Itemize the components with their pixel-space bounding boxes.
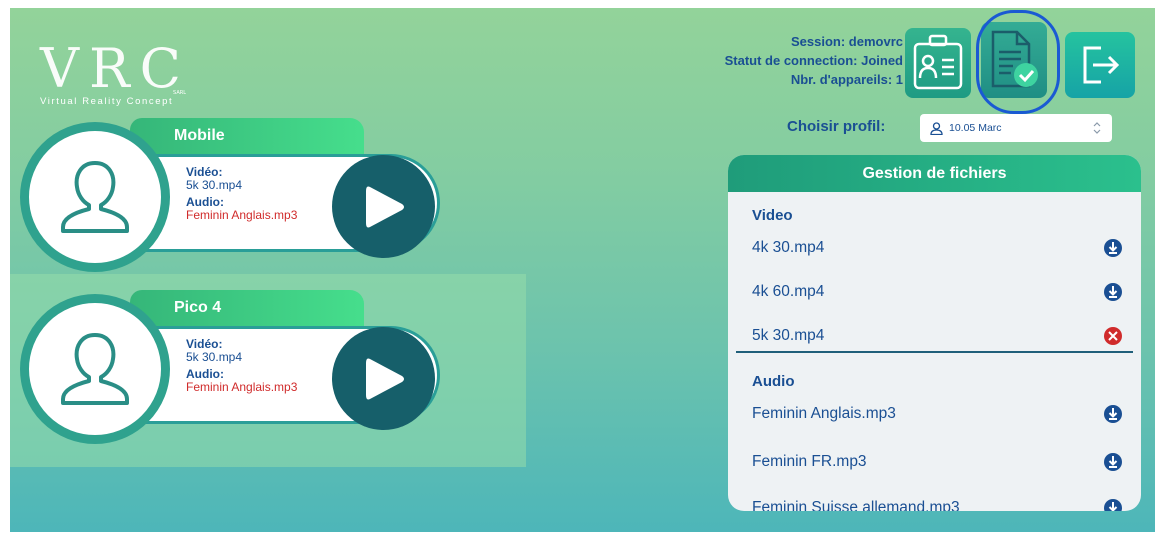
download-icon[interactable] [1103, 452, 1123, 472]
device-media-info: Vidéo: 5k 30.mp4 Audio: Feminin Anglais.… [186, 166, 297, 222]
download-icon[interactable] [1103, 282, 1123, 302]
user-avatar-icon [61, 333, 129, 405]
file-name: Feminin Anglais.mp3 [752, 405, 896, 422]
logo-suffix: SARL [173, 90, 186, 96]
audio-section-title: Audio [752, 373, 795, 390]
file-row[interactable]: 5k 30.mp4 [728, 316, 1141, 349]
file-name: Feminin FR.mp3 [752, 453, 867, 470]
exit-icon [1083, 46, 1120, 84]
device-media-info: Vidéo: 5k 30.mp4 Audio: Feminin Anglais.… [186, 338, 297, 394]
video-section-title: Video [752, 207, 793, 224]
audio-files-section[interactable]: Audio Feminin Anglais.mp3 Feminin FR.mp3… [728, 373, 1141, 511]
logo-mark: VRC [40, 37, 191, 100]
vrc-logo: VRC Virtual Reality Concept SARL [40, 42, 200, 112]
updown-chevron-icon [1092, 121, 1102, 138]
profile-select-value: 10.05 Marc [949, 122, 1002, 134]
play-icon [365, 358, 404, 399]
app-window: VRC Virtual Reality Concept SARL Session… [10, 8, 1155, 532]
user-avatar-icon [61, 161, 129, 233]
play-button[interactable] [332, 327, 435, 430]
device-count: Nbr. d'appareils: 1 [790, 72, 903, 87]
session-info: Session: demovrc Statut de connection: J… [725, 32, 903, 89]
id-card-icon [913, 34, 963, 90]
profile-select[interactable]: 10.05 Marc [920, 114, 1112, 142]
file-name: 4k 30.mp4 [752, 239, 825, 256]
file-management-panel: Gestion de fichiers Video 4k 30.mp4 4k 6… [728, 155, 1141, 511]
device-name: Pico 4 [130, 290, 364, 326]
play-icon [365, 186, 404, 227]
file-row[interactable]: 4k 30.mp4 [728, 228, 1141, 268]
panel-title: Gestion de fichiers [728, 155, 1141, 192]
download-icon[interactable] [1103, 404, 1123, 424]
profile-button[interactable] [905, 28, 971, 98]
video-files-section[interactable]: Video 4k 30.mp4 4k 60.mp4 5k 30.mp4 [728, 207, 1141, 349]
video-value: 5k 30.mp4 [186, 350, 243, 364]
exit-button[interactable] [1065, 32, 1135, 98]
audio-value: Feminin Anglais.mp3 [186, 380, 298, 394]
file-row[interactable]: Feminin Anglais.mp3 [728, 394, 1141, 434]
download-icon[interactable] [1103, 498, 1123, 511]
play-button[interactable] [332, 155, 435, 258]
file-name: Feminin Suisse allemand.mp3 [752, 499, 960, 511]
device-name: Mobile [130, 118, 364, 154]
file-name: 5k 30.mp4 [752, 327, 825, 344]
device-card-mobile[interactable]: Mobile Vidéo: 5k 30.mp4 Audio: Feminin A… [20, 118, 450, 272]
user-icon [930, 121, 943, 135]
file-row[interactable]: Feminin FR.mp3 [728, 442, 1141, 482]
section-divider [736, 351, 1133, 353]
download-icon[interactable] [1103, 238, 1123, 258]
audio-value: Feminin Anglais.mp3 [186, 208, 298, 222]
highlight-ring [976, 10, 1060, 114]
avatar [20, 294, 170, 444]
video-value: 5k 30.mp4 [186, 178, 243, 192]
file-name: 4k 60.mp4 [752, 283, 825, 300]
session-name: Session: demovrc [791, 34, 903, 49]
profile-chooser-label: Choisir profil: [787, 118, 886, 135]
avatar [20, 122, 170, 272]
file-row[interactable]: 4k 60.mp4 [728, 272, 1141, 312]
file-row[interactable]: Feminin Suisse allemand.mp3 [728, 488, 1141, 511]
device-card-pico-4[interactable]: Pico 4 Vidéo: 5k 30.mp4 Audio: Feminin A… [20, 290, 450, 444]
delete-icon[interactable] [1103, 326, 1123, 346]
connection-status: Statut de connection: Joined [724, 53, 903, 68]
